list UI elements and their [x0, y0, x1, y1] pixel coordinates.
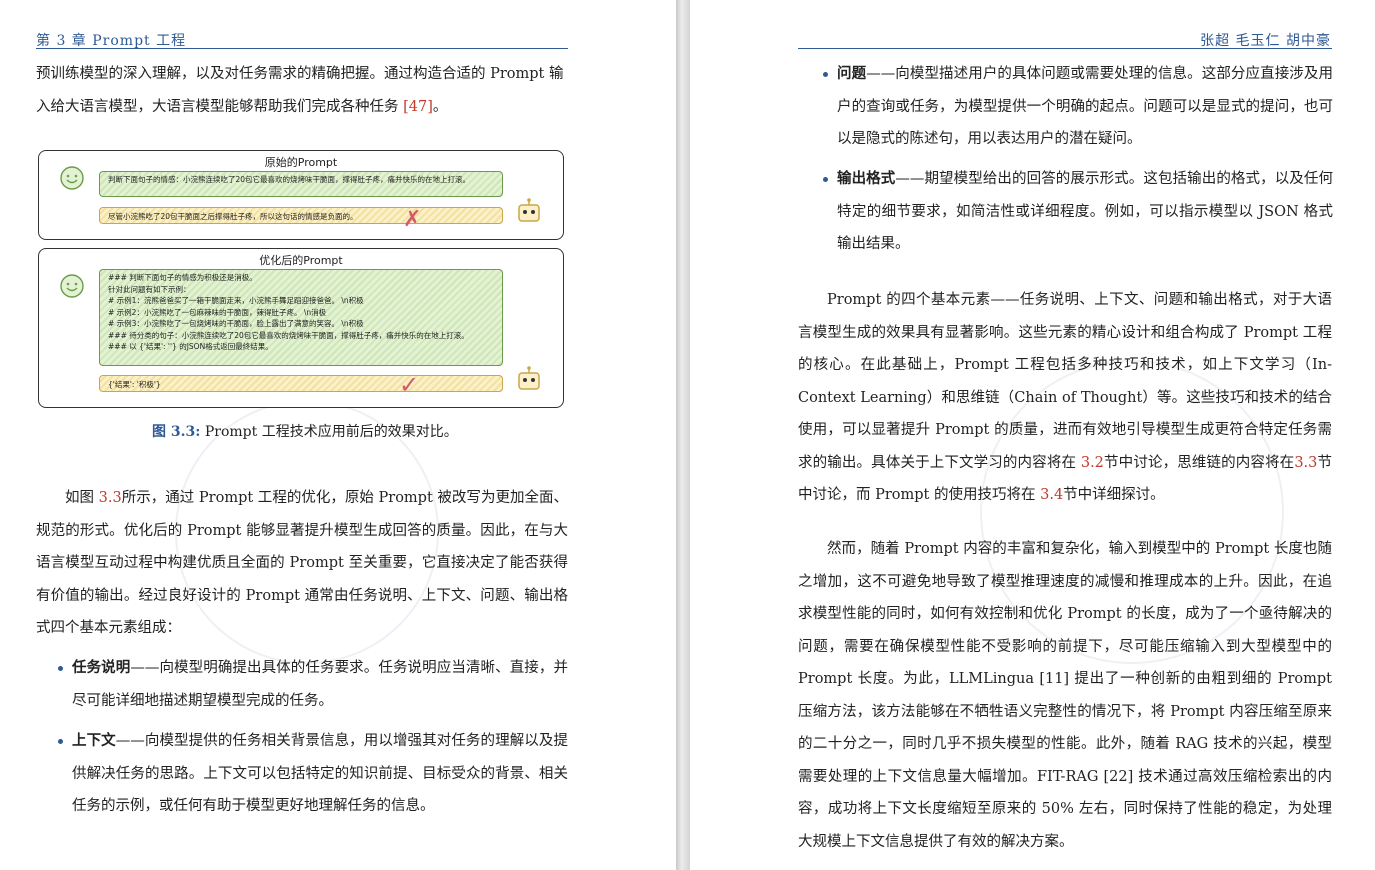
- original-prompt-panel: 原始的Prompt 判断下面句子的情感：小浣熊连续吃了20包它最喜欢的烧烤味干脆…: [38, 150, 564, 240]
- running-head-right: 张超 毛玉仁 胡中豪: [1200, 33, 1331, 49]
- left-page: 第 3 章 Prompt 工程 预训练模型的深入理解，以及对任务需求的精确把握。…: [0, 0, 676, 870]
- bullet-term: 问题: [837, 65, 867, 82]
- caption-text: Prompt 工程技术应用前后的效果对比。: [200, 424, 458, 440]
- prompt-line: 针对此问题有如下示例：: [108, 284, 191, 294]
- original-user-message: 判断下面句子的情感：小浣熊连续吃了20包它最喜欢的烧烤味干脆面，撑得肚子疼，痛并…: [99, 171, 503, 197]
- prompt-line: ### 判断下面句子的情感为积极还是消极。: [108, 273, 257, 282]
- prompt-line: # 示例1：浣熊爸爸买了一箱干脆面走来，小浣熊手舞足蹈迎接爸爸。 \n积极: [108, 296, 364, 305]
- bullet-term: 任务说明: [72, 659, 131, 676]
- bullet-question: 问题——向模型描述用户的具体问题或需要处理的信息。这部分应直接涉及用户的查询或任…: [823, 58, 1333, 156]
- citation-link[interactable]: [11]: [1039, 671, 1069, 687]
- prompt-line: # 示例2：小浣熊吃了一包麻辣味的干脆面，辣得肚子疼。 \n消极: [108, 307, 327, 317]
- robot-icon: [518, 366, 540, 390]
- figure-ref-link[interactable]: 3.3: [99, 490, 122, 506]
- intro-line-2: 入给大语言模型，大语言模型能够帮助我们完成各种任务: [36, 98, 404, 115]
- bullet-dot: [823, 72, 828, 77]
- bullet-output-format: 输出格式——期望模型给出的回答的展示形式。这包括输出的格式，以及任何特定的细节要…: [823, 163, 1333, 261]
- right-check-icon: ✓: [399, 371, 420, 399]
- caption-label: 图 3.3:: [152, 424, 201, 440]
- user-face-icon: [60, 274, 84, 298]
- section-ref-link[interactable]: 3.3: [1294, 455, 1317, 471]
- optimized-model-reply: {'结果': '积极'}: [99, 375, 503, 392]
- prompt-line: ### 以 {'结果': ''} 的JSON格式返回最终结果。: [108, 342, 273, 351]
- citation-link[interactable]: [22]: [1103, 769, 1133, 785]
- original-prompt-title: 原始的Prompt: [264, 156, 338, 169]
- wrong-cross-icon: ✗: [403, 207, 422, 232]
- body-paragraph: 然而，随着 Prompt 内容的丰富和复杂化，输入到模型中的 Prompt 长度…: [798, 541, 1333, 850]
- original-model-reply: 尽管小浣熊吃了20包干脆面之后撑得肚子疼，所以这句话的情感是负面的。: [99, 207, 503, 224]
- bullet-dot: [58, 666, 63, 671]
- prompt-line: # 示例3：小浣熊吃了一包烧烤味的干脆面，脸上露出了满意的笑容。 \n积极: [108, 319, 364, 328]
- intro-line-1: 预训练模型的深入理解，以及对任务需求的精确把握。通过构造合适的 Prompt 输: [36, 66, 564, 82]
- figure-caption: 图 3.3: Prompt 工程技术应用前后的效果对比。: [152, 421, 458, 441]
- bullet-dot: [58, 739, 63, 744]
- user-face-icon: [60, 166, 84, 190]
- header-rule: [36, 48, 568, 49]
- body-paragraph: 如图 3.3所示，通过 Prompt 工程的优化，原始 Prompt 被改写为更…: [36, 490, 568, 636]
- bullet-task-description: 任务说明——向模型明确提出具体的任务要求。任务说明应当清晰、直接，并尽可能详细地…: [58, 652, 568, 717]
- intro-paragraph: 预训练模型的深入理解，以及对任务需求的精确把握。通过构造合适的 Prompt 输…: [36, 66, 564, 115]
- robot-icon: [518, 198, 540, 222]
- header-rule: [798, 48, 1332, 49]
- section-ref-link[interactable]: 3.2: [1081, 455, 1104, 471]
- optimized-prompt-title: 优化后的Prompt: [259, 254, 343, 267]
- prompt-line: ### 待分类的句子：小浣熊连续吃了20包它最喜欢的烧烤味干脆面，撑得肚子疼，痛…: [108, 330, 469, 340]
- section-ref-link[interactable]: 3.4: [1040, 487, 1063, 503]
- optimized-prompt-panel: 优化后的Prompt ### 判断下面句子的情感为积极还是消极。 针对此问题有如…: [38, 248, 564, 408]
- book-gutter: [676, 0, 690, 870]
- running-head-left: 第 3 章 Prompt 工程: [36, 33, 187, 49]
- bullet-dot: [823, 177, 828, 182]
- bullet-term: 上下文: [72, 732, 116, 749]
- optimized-user-message: ### 判断下面句子的情感为积极还是消极。 针对此问题有如下示例： # 示例1：…: [99, 269, 503, 366]
- citation-link[interactable]: [47]: [403, 99, 433, 115]
- bullet-context: 上下文——向模型提供的任务相关背景信息，用以增强其对任务的理解以及提供解决任务的…: [58, 725, 568, 823]
- bullet-term: 输出格式: [837, 170, 896, 187]
- body-paragraph: Prompt 的四个基本元素——任务说明、上下文、问题和输出格式，对于大语言模型…: [798, 292, 1333, 503]
- right-page: 张超 毛玉仁 胡中豪 问题——向模型描述用户的具体问题或需要处理的信息。这部分应…: [690, 0, 1375, 870]
